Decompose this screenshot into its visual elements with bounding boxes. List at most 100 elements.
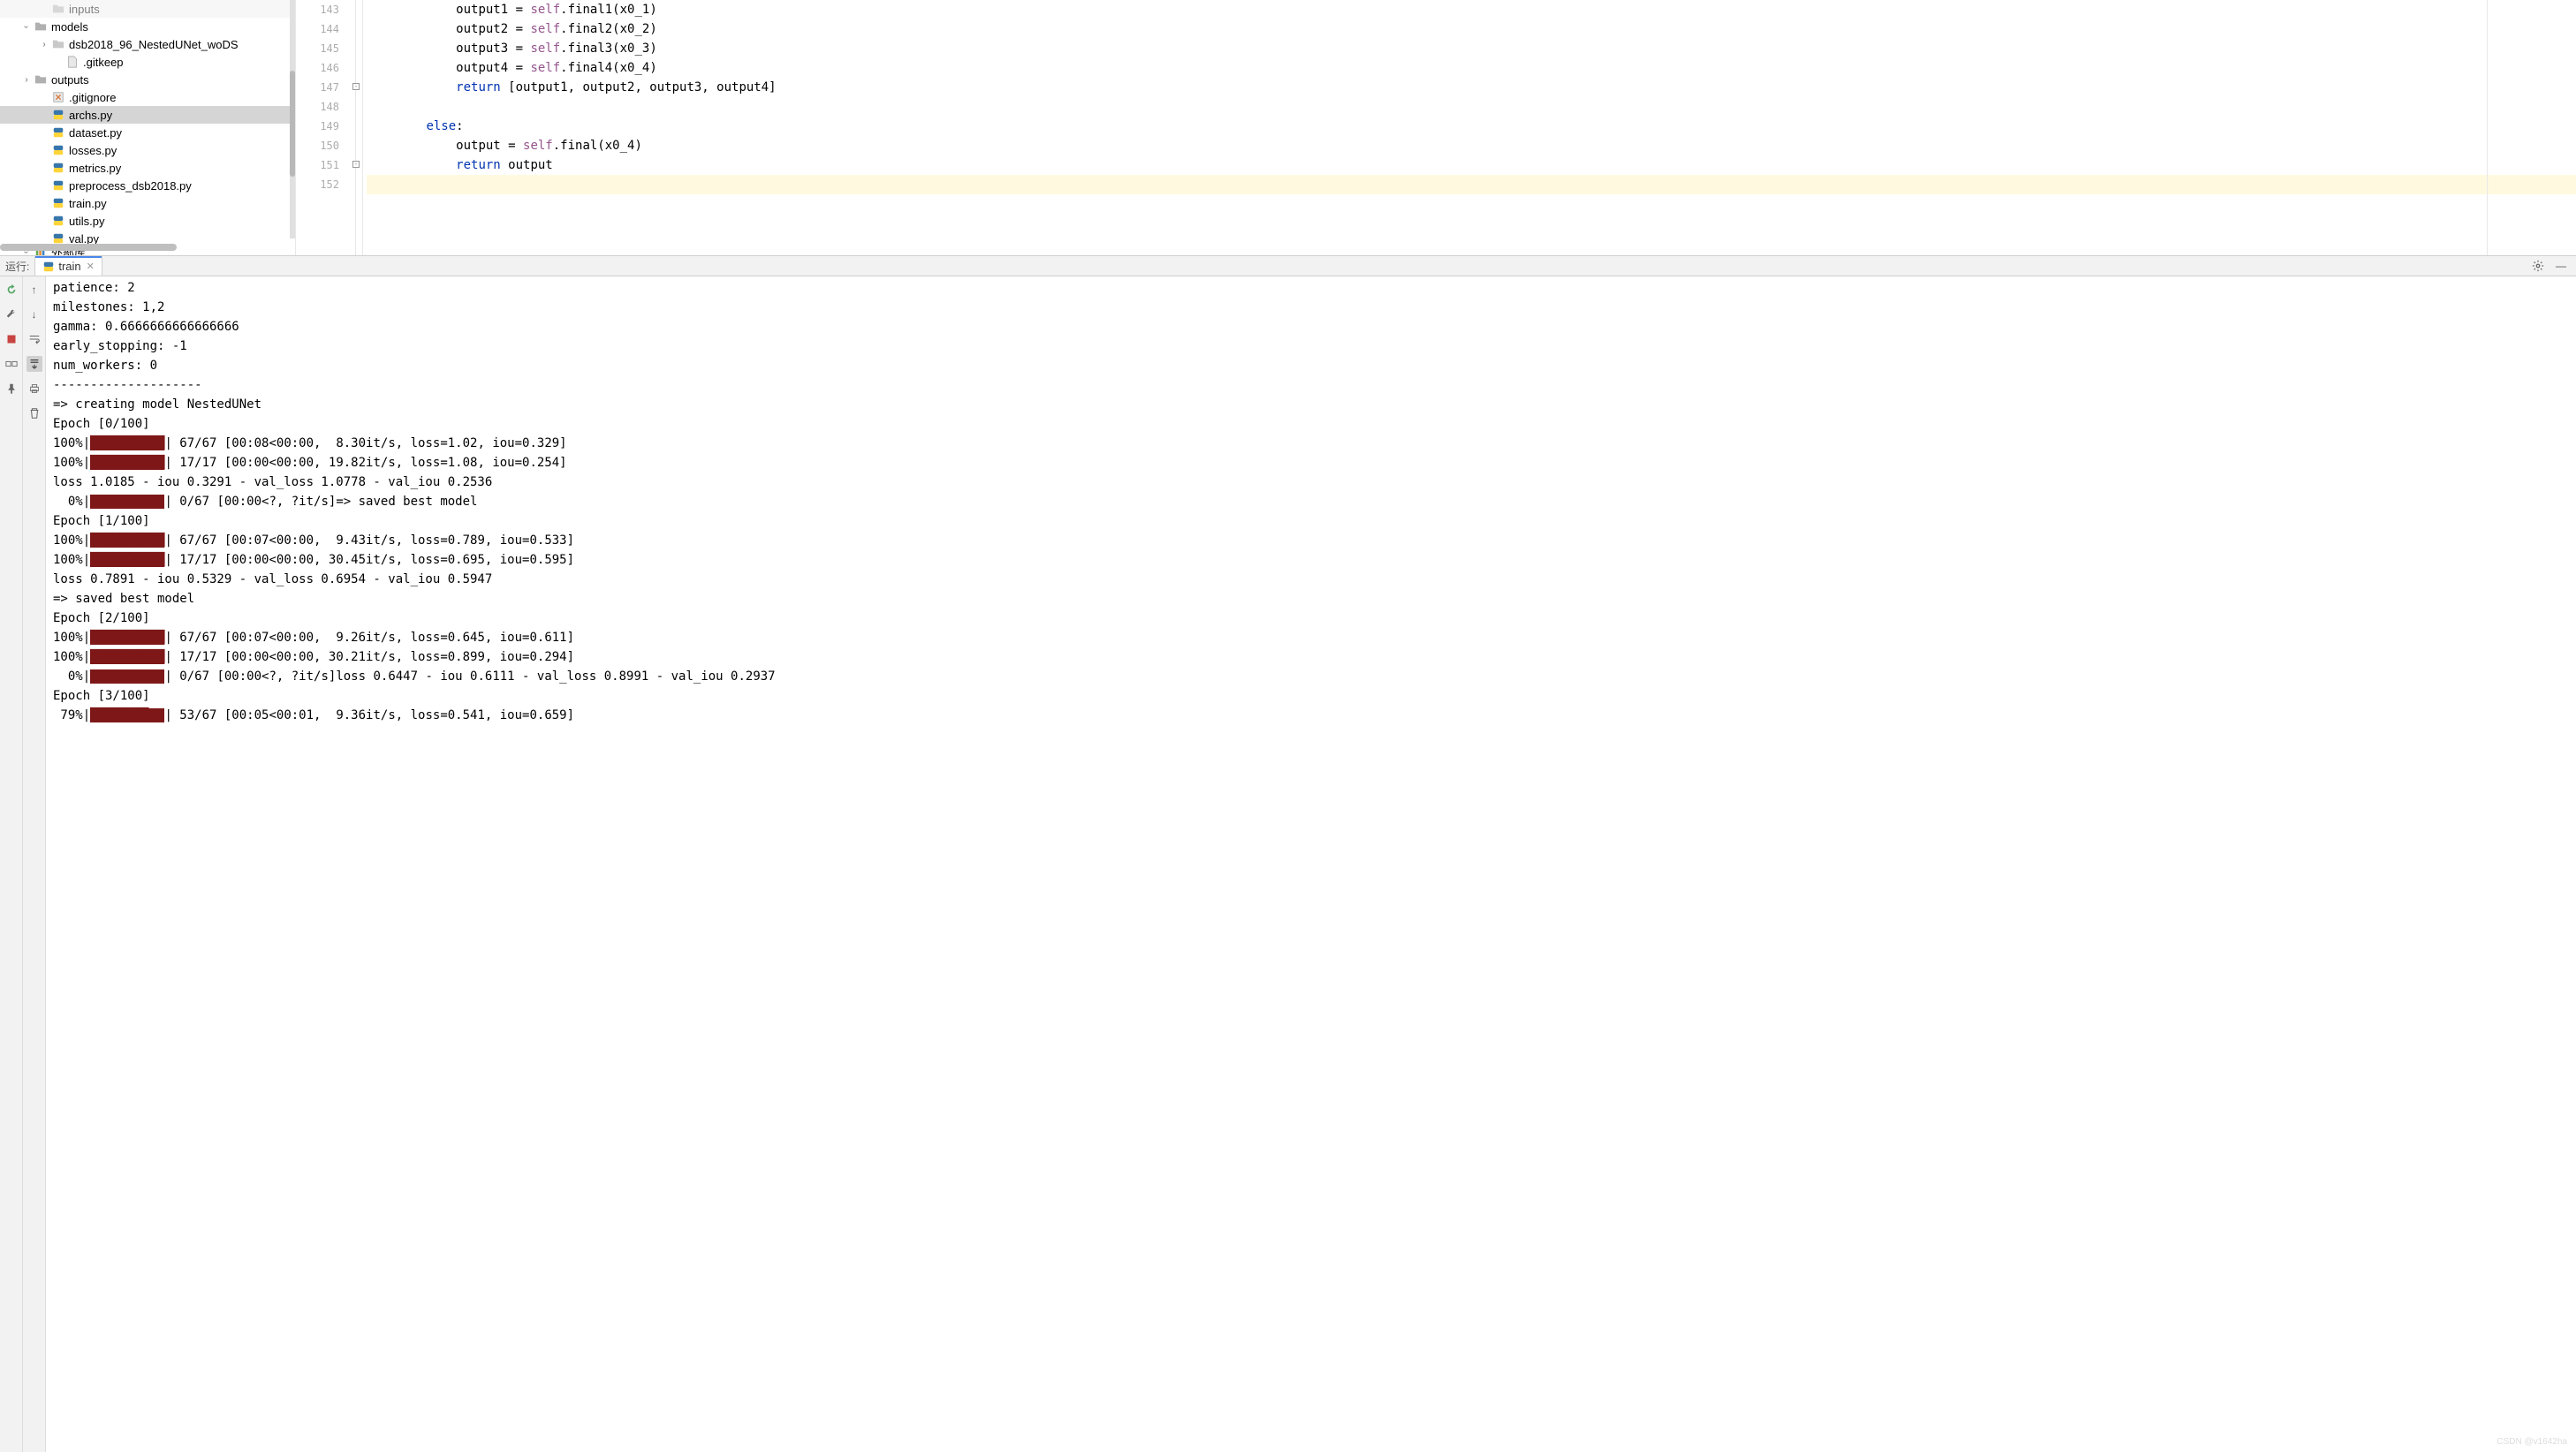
line-number-gutter: 143144145146147148149150151152 <box>296 0 356 255</box>
tree-item-label: losses.py <box>69 144 117 157</box>
tree-item-label: train.py <box>69 197 107 210</box>
scroll-to-end-icon[interactable] <box>27 356 42 372</box>
tree-item-label: .gitkeep <box>83 56 124 69</box>
console-output[interactable]: patience: 2milestones: 1,2gamma: 0.66666… <box>46 276 2576 1452</box>
chevron-icon <box>37 178 51 193</box>
fold-handle-icon[interactable]: - <box>352 161 360 168</box>
python-file-icon <box>51 125 65 140</box>
tree-item-label: models <box>51 20 88 34</box>
code-line[interactable] <box>367 175 2576 194</box>
run-toolbar: 运行: train ✕ — <box>0 256 2576 276</box>
tree-item--gitkeep[interactable]: .gitkeep <box>0 53 295 71</box>
trash-icon[interactable] <box>27 405 42 421</box>
chevron-icon <box>37 2 51 16</box>
folder-icon <box>51 37 65 51</box>
print-icon[interactable] <box>27 381 42 397</box>
layout-icon[interactable] <box>4 356 19 372</box>
console-line: Epoch [2/100] <box>53 609 2569 628</box>
tree-item-label: utils.py <box>69 215 104 228</box>
console-line: 100%|██████████| 17/17 [00:00<00:00, 30.… <box>53 550 2569 570</box>
chevron-icon[interactable]: › <box>19 72 34 87</box>
tree-item-label: dataset.py <box>69 126 122 140</box>
line-number: 143 <box>296 0 339 19</box>
tree-scrollbar-vertical[interactable] <box>290 0 295 238</box>
run-label: 运行: <box>5 259 29 274</box>
console-line: 100%|██████████| 67/67 [00:07<00:00, 9.4… <box>53 531 2569 550</box>
gear-icon[interactable] <box>2530 258 2546 274</box>
down-arrow-icon[interactable]: ↓ <box>27 306 42 322</box>
code-line[interactable]: return [output1, output2, output3, outpu… <box>367 78 2576 97</box>
scrollbar-thumb[interactable] <box>290 71 295 177</box>
rerun-icon[interactable] <box>4 282 19 298</box>
python-file-icon <box>51 214 65 228</box>
line-number: 149 <box>296 117 339 136</box>
chevron-icon <box>37 125 51 140</box>
editor-margin-line <box>2487 0 2488 255</box>
tree-item-models[interactable]: › models <box>0 18 295 35</box>
tree-item--gitignore[interactable]: .gitignore <box>0 88 295 106</box>
tree-item-train-py[interactable]: train.py <box>0 194 295 212</box>
line-number: 151 <box>296 155 339 175</box>
chevron-icon <box>37 90 51 104</box>
project-file-tree[interactable]: inputs›models›dsb2018_96_NestedUNet_woDS… <box>0 0 296 255</box>
tree-item-label: inputs <box>69 3 100 16</box>
run-tab-train[interactable]: train ✕ <box>34 256 102 276</box>
chevron-icon <box>37 196 51 210</box>
console-line: patience: 2 <box>53 278 2569 298</box>
pin-icon[interactable] <box>4 381 19 397</box>
tree-item-dsb2018_96_nestedunet_wods[interactable]: › dsb2018_96_NestedUNet_woDS <box>0 35 295 53</box>
line-number: 150 <box>296 136 339 155</box>
console-line: gamma: 0.6666666666666666 <box>53 317 2569 337</box>
fold-gutter[interactable]: - - <box>356 0 363 255</box>
tree-item-label: archs.py <box>69 109 112 122</box>
console-line: -------------------- <box>53 375 2569 395</box>
code-line[interactable]: output = self.final(x0_4) <box>367 136 2576 155</box>
tree-item-inputs[interactable]: inputs <box>0 0 295 18</box>
console-line: Epoch [3/100] <box>53 686 2569 706</box>
python-icon <box>42 261 55 273</box>
console-line: 100%|██████████| 17/17 [00:00<00:00, 19.… <box>53 453 2569 473</box>
console-line: => creating model NestedUNet <box>53 395 2569 414</box>
console-line: 100%|██████████| 17/17 [00:00<00:00, 30.… <box>53 647 2569 667</box>
console-line: num_workers: 0 <box>53 356 2569 375</box>
up-arrow-icon[interactable]: ↑ <box>27 282 42 298</box>
watermark-text: CSDN @v1642ha <box>2496 1437 2567 1447</box>
tree-item-losses-py[interactable]: losses.py <box>0 141 295 159</box>
console-line: 100%|██████████| 67/67 [00:07<00:00, 9.2… <box>53 628 2569 647</box>
wrench-icon[interactable] <box>4 306 19 322</box>
code-line[interactable]: output4 = self.final4(x0_4) <box>367 58 2576 78</box>
run-tab-label: train <box>58 260 80 273</box>
code-line[interactable]: output3 = self.final3(x0_3) <box>367 39 2576 58</box>
line-number: 152 <box>296 175 339 194</box>
tree-item-preprocess_dsb2018-py[interactable]: preprocess_dsb2018.py <box>0 177 295 194</box>
chevron-icon[interactable]: › <box>37 37 51 51</box>
stop-icon[interactable] <box>4 331 19 347</box>
code-line[interactable]: output1 = self.final1(x0_1) <box>367 0 2576 19</box>
python-file-icon <box>51 178 65 193</box>
python-file-icon <box>51 108 65 122</box>
gitignore-icon <box>51 90 65 104</box>
tree-item-archs-py[interactable]: archs.py <box>0 106 295 124</box>
chevron-icon[interactable]: › <box>19 19 34 34</box>
python-file-icon <box>51 143 65 157</box>
code-line[interactable]: else: <box>367 117 2576 136</box>
code-line[interactable]: output2 = self.final2(x0_2) <box>367 19 2576 39</box>
soft-wrap-icon[interactable] <box>27 331 42 347</box>
chevron-icon <box>51 55 65 69</box>
tree-scrollbar-horizontal[interactable] <box>0 244 177 251</box>
code-editor[interactable]: 143144145146147148149150151152 - - outpu… <box>296 0 2576 255</box>
tree-item-outputs[interactable]: ›outputs <box>0 71 295 88</box>
tree-item-dataset-py[interactable]: dataset.py <box>0 124 295 141</box>
close-icon[interactable]: ✕ <box>87 261 95 272</box>
console-line: => saved best model <box>53 589 2569 609</box>
tree-item-label: dsb2018_96_NestedUNet_woDS <box>69 38 239 51</box>
fold-handle-icon[interactable]: - <box>352 83 360 90</box>
minimize-icon[interactable]: — <box>2553 258 2569 274</box>
code-line[interactable] <box>367 97 2576 117</box>
tree-item-metrics-py[interactable]: metrics.py <box>0 159 295 177</box>
folder-icon <box>51 2 65 16</box>
code-line[interactable]: return output <box>367 155 2576 175</box>
tree-item-utils-py[interactable]: utils.py <box>0 212 295 230</box>
python-file-icon <box>51 196 65 210</box>
code-area[interactable]: output1 = self.final1(x0_1) output2 = se… <box>363 0 2576 255</box>
